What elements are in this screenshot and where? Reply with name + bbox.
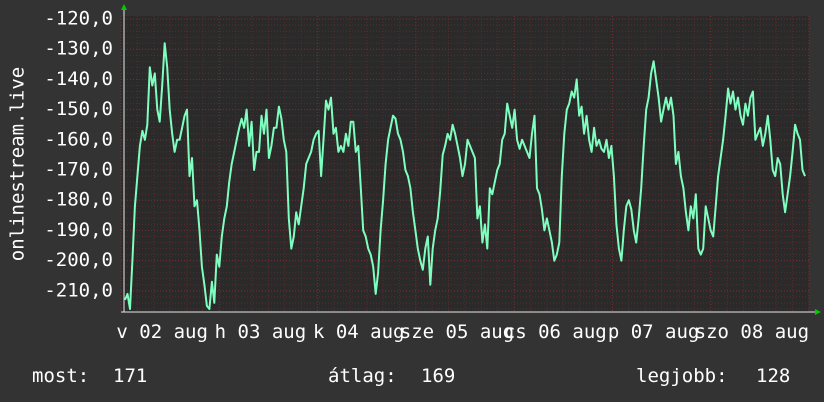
x-tick-label: cs 06 aug [504, 321, 607, 343]
x-tick-label: p 07 aug [608, 321, 700, 343]
y-tick-label: -170,0 [44, 159, 113, 181]
x-tick-label: szo 08 aug [695, 321, 809, 343]
x-axis-ticks: v 02 aug h 03 aug k 04 augsze 05 augcs 06 … [116, 321, 809, 343]
y-tick-label: -200,0 [44, 249, 113, 271]
y-tick-label: -180,0 [44, 189, 113, 211]
stat-current-value: 171 [113, 365, 147, 387]
stat-best-label: legjobb: [636, 365, 728, 387]
x-tick-label: v 02 aug [116, 321, 208, 343]
x-axis-arrow [815, 309, 821, 315]
x-tick-label: h 03 aug [215, 321, 307, 343]
y-tick-label: -160,0 [44, 128, 113, 150]
x-tick-label: sze 05 aug [400, 321, 514, 343]
x-tick-label: k 04 aug [313, 321, 405, 343]
y-tick-label: -140,0 [44, 68, 113, 90]
y-tick-label: -130,0 [44, 38, 113, 60]
stat-average-label: átlag: [328, 365, 397, 387]
stat-best-value: 128 [756, 365, 790, 387]
y-axis-ticks: -120,0 -130,0 -140,0 -150,0 -160,0 -170,0 -180… [44, 8, 113, 302]
stat-current-label: most: [32, 365, 89, 387]
y-tick-label: -190,0 [44, 219, 113, 241]
y-axis-arrow [121, 4, 127, 10]
y-tick-label: -120,0 [44, 8, 113, 30]
stats-bar: most: 171 átlag: 169 legjobb: 128 [32, 365, 790, 387]
y-tick-label: -150,0 [44, 98, 113, 120]
y-tick-label: -210,0 [44, 279, 113, 301]
chart: -120,0 -130,0 -140,0 -150,0 -160,0 -170,0 -180… [7, 4, 821, 387]
stat-average-value: 169 [421, 365, 455, 387]
y-axis-label: onlinestream.live [7, 67, 29, 261]
